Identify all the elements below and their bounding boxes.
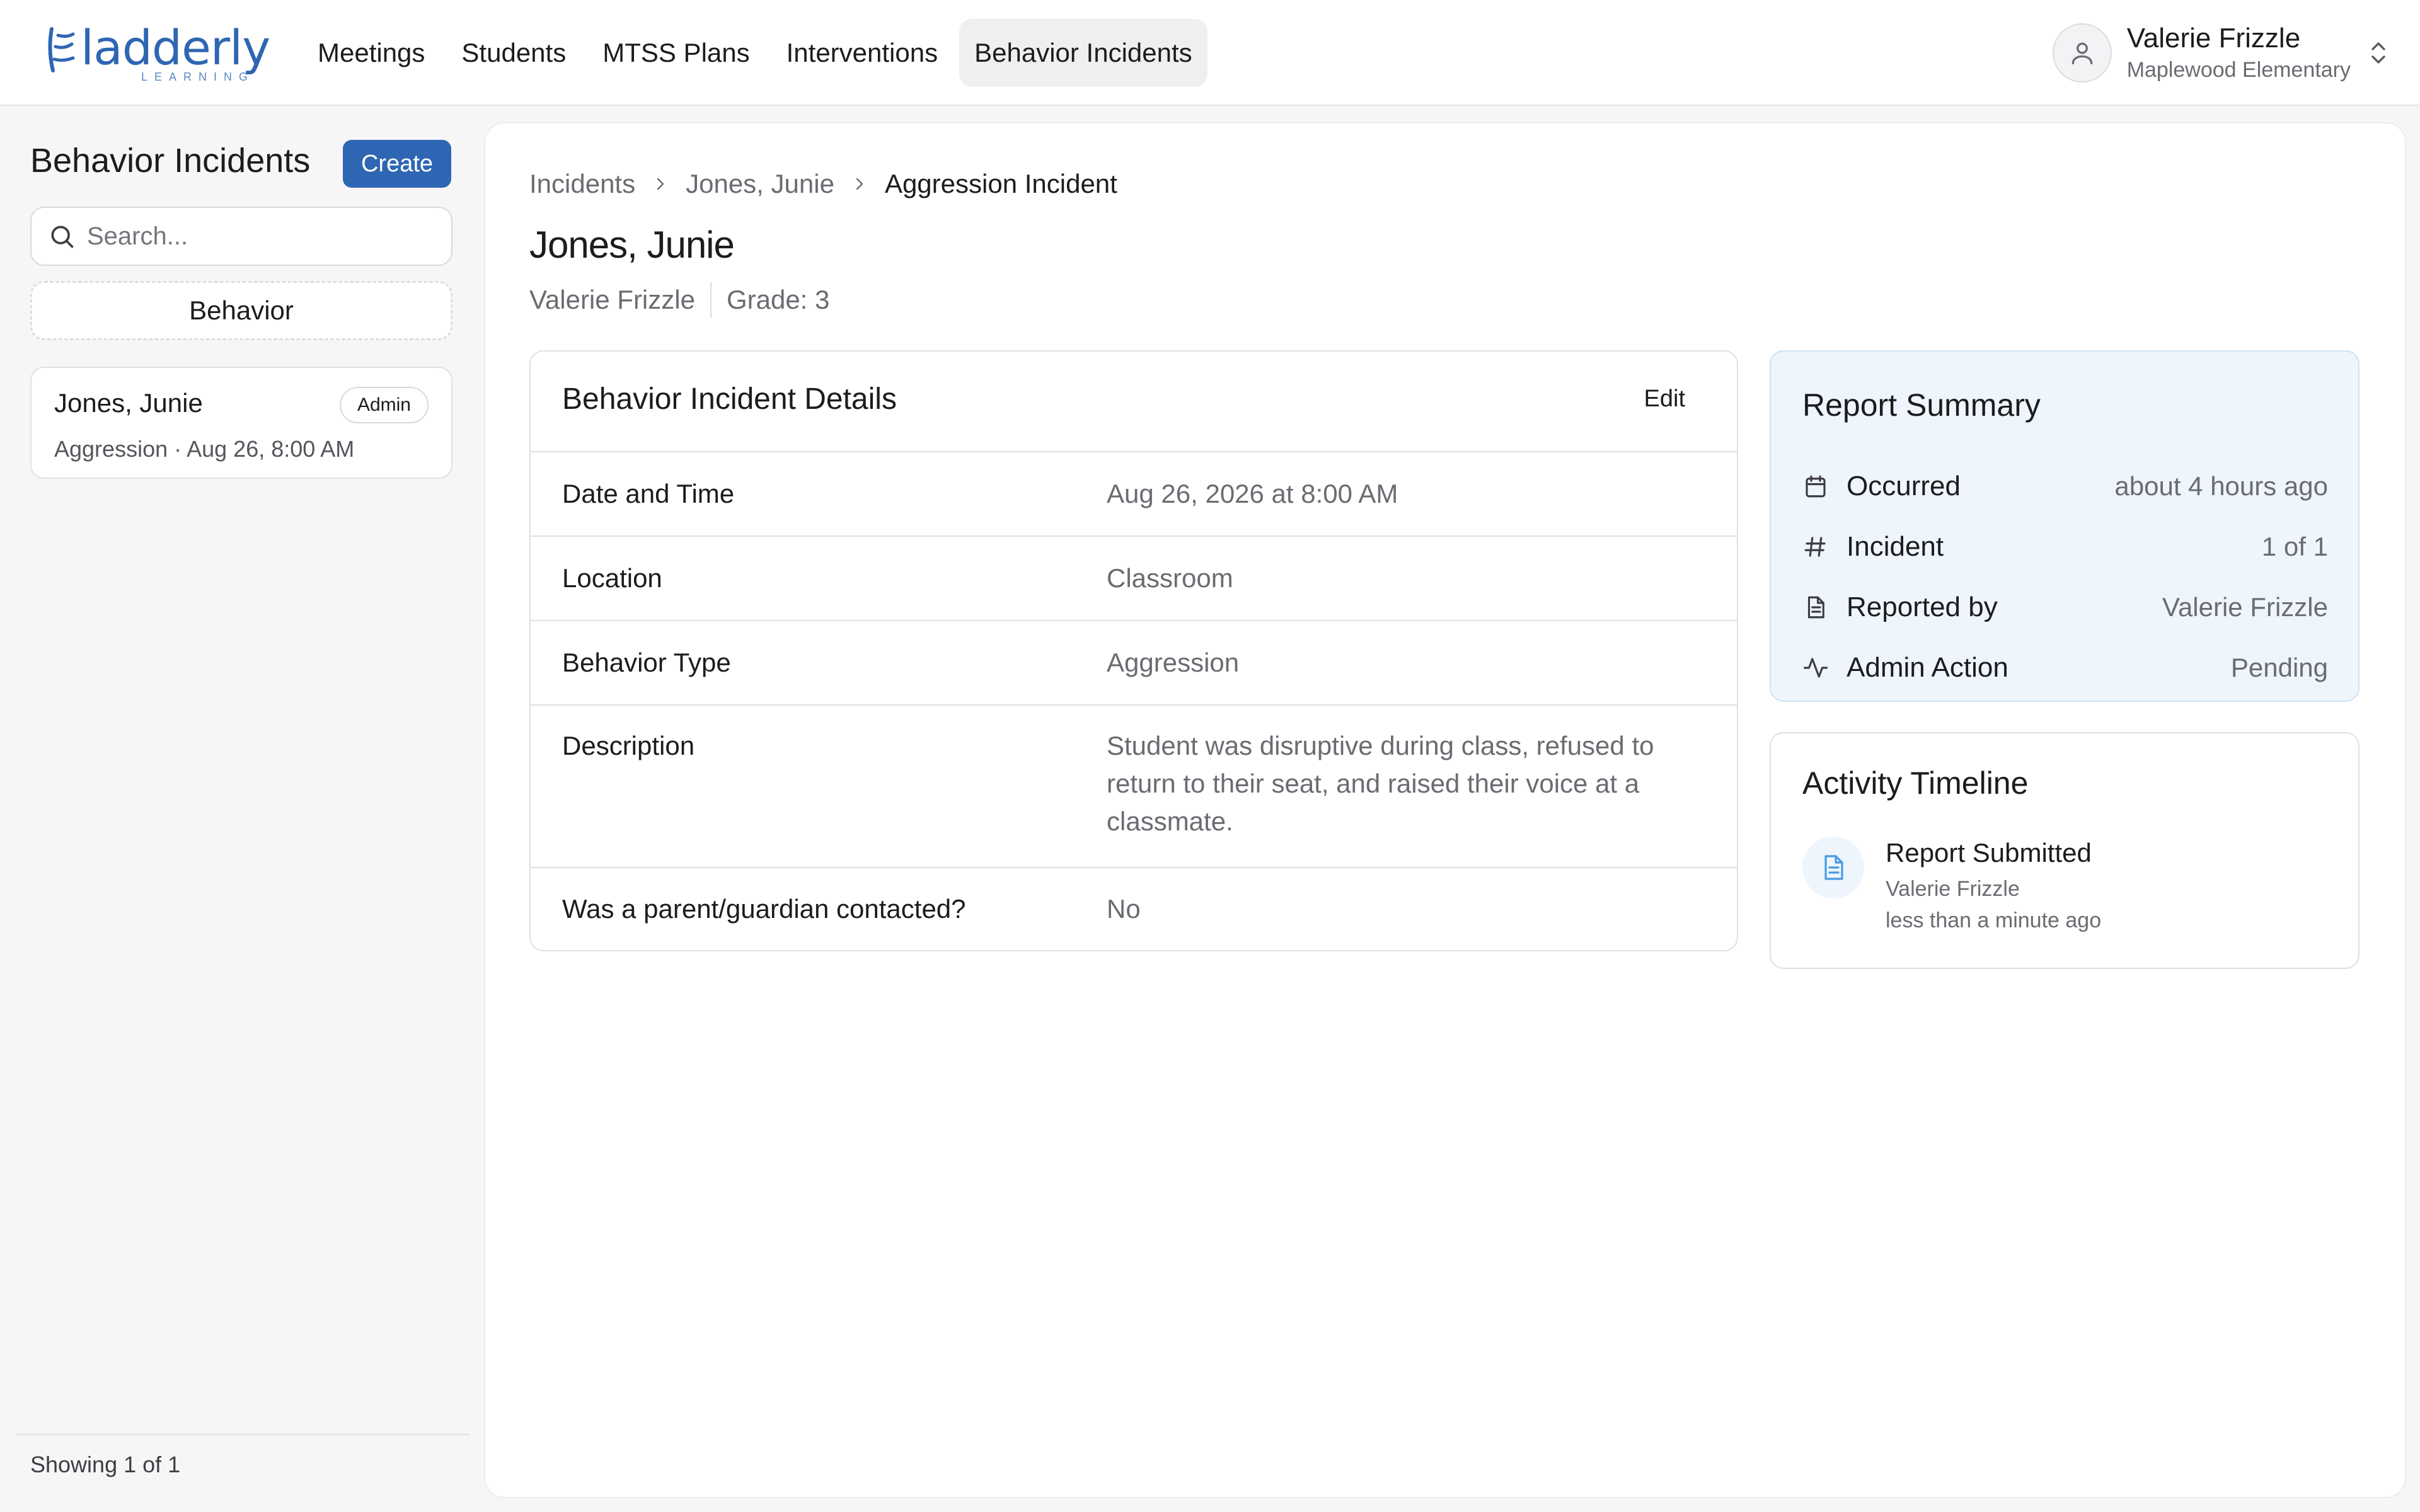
- edit-button[interactable]: Edit: [1628, 381, 1702, 418]
- search-icon: [51, 226, 74, 248]
- ladder-logo-icon: [48, 27, 75, 72]
- breadcrumb: Incidents Jones, Junie Aggression Incide…: [529, 169, 1117, 199]
- main-nav: Meetings Students MTSS Plans Interventio…: [302, 19, 1207, 87]
- detail-value: Aggression: [1107, 648, 1240, 677]
- detail-row-location: Location Classroom: [531, 537, 1737, 621]
- summary-label: Occurred: [1847, 471, 1961, 501]
- incident-detail-panel: Incidents Jones, Junie Aggression Incide…: [485, 123, 2405, 1497]
- chevron-up-down-icon: [2371, 42, 2385, 64]
- teacher-name: Valerie Frizzle: [529, 285, 695, 314]
- user-menu[interactable]: Valerie Frizzle Maplewood Elementary: [2052, 21, 2390, 84]
- timeline-title: Activity Timeline: [1802, 765, 2029, 801]
- document-icon: [1802, 837, 1864, 898]
- nav-students[interactable]: Students: [446, 19, 581, 87]
- behavior-filter-button[interactable]: Behavior: [30, 281, 452, 340]
- top-navigation-bar: ladderly LEARNING Meetings Students MTSS…: [0, 0, 2420, 106]
- detail-value: Aug 26, 2026 at 8:00 AM: [1107, 479, 1398, 508]
- breadcrumb-incidents[interactable]: Incidents: [529, 169, 635, 199]
- logo-wordmark: ladderly: [81, 20, 270, 76]
- user-school: Maplewood Elementary: [2126, 58, 2351, 82]
- summary-label: Incident: [1847, 531, 1944, 562]
- nav-behavior-incidents[interactable]: Behavior Incidents: [959, 19, 1207, 87]
- user-name: Valerie Frizzle: [2126, 23, 2301, 54]
- document-icon: [1801, 593, 1830, 622]
- details-title: Behavior Incident Details: [562, 382, 897, 416]
- summary-title: Report Summary: [1802, 387, 2041, 423]
- summary-row-admin-action: Admin Action Pending: [1801, 649, 2328, 687]
- chevron-right-icon: [856, 178, 863, 190]
- breadcrumb-current: Aggression Incident: [884, 169, 1117, 198]
- summary-label: Reported by: [1847, 592, 1998, 622]
- summary-row-reported-by: Reported by Valerie Frizzle: [1801, 588, 2328, 626]
- search-box[interactable]: [30, 207, 452, 266]
- summary-row-incident: Incident 1 of 1: [1801, 528, 2328, 566]
- chevron-right-icon: [657, 178, 664, 190]
- nav-meetings[interactable]: Meetings: [302, 19, 440, 87]
- summary-label: Admin Action: [1847, 652, 2008, 683]
- meta-divider: [710, 282, 712, 318]
- incident-sidebar: Behavior Incidents Create Behavior Jones…: [0, 106, 485, 1512]
- calendar-icon: [1801, 472, 1830, 501]
- detail-label: Description: [562, 731, 695, 760]
- summary-value: 1 of 1: [2261, 532, 2328, 561]
- admin-badge: Admin: [339, 387, 429, 423]
- detail-row-description: Description Student was disruptive durin…: [531, 706, 1737, 868]
- nav-mtss-plans[interactable]: MTSS Plans: [587, 19, 764, 87]
- activity-timeline-card: Activity Timeline Report Submitted Valer…: [1770, 732, 2360, 969]
- detail-label: Was a parent/guardian contacted?: [562, 894, 966, 924]
- summary-value: about 4 hours ago: [2114, 471, 2328, 501]
- detail-value: Classroom: [1107, 563, 1233, 593]
- ladderly-logo[interactable]: ladderly LEARNING: [44, 20, 270, 83]
- summary-value: Valerie Frizzle: [2162, 592, 2328, 622]
- detail-value: Student was disruptive during class, ref…: [1107, 731, 1654, 836]
- grade-label: Grade: 3: [726, 285, 830, 314]
- activity-icon: [1801, 653, 1830, 682]
- report-summary-card: Report Summary Occurred about 4 hours ag…: [1770, 350, 2360, 702]
- search-input[interactable]: [86, 221, 441, 251]
- sidebar-title: Behavior Incidents: [30, 142, 311, 180]
- timeline-event-time: less than a minute ago: [1886, 908, 2102, 932]
- detail-label: Date and Time: [562, 479, 735, 508]
- details-header: Behavior Incident Details Edit: [531, 352, 1737, 452]
- hash-icon: [1801, 532, 1830, 561]
- create-button[interactable]: Create: [343, 140, 451, 188]
- student-meta: Valerie Frizzle Grade: 3: [529, 282, 829, 318]
- logo-tagline: LEARNING: [141, 71, 255, 83]
- incident-details-card: Behavior Incident Details Edit Date and …: [529, 350, 1738, 951]
- detail-row-behavior-type: Behavior Type Aggression: [531, 621, 1737, 706]
- incident-student-name: Jones, Junie: [54, 388, 203, 418]
- detail-label: Location: [562, 563, 662, 593]
- summary-value: Pending: [2230, 653, 2328, 682]
- detail-row-date: Date and Time Aug 26, 2026 at 8:00 AM: [531, 452, 1737, 537]
- list-footer: Showing 1 of 1: [15, 1434, 470, 1478]
- summary-row-occurred: Occurred about 4 hours ago: [1801, 467, 2328, 505]
- incident-list-item[interactable]: Jones, Junie Admin Aggression · Aug 26, …: [30, 367, 452, 479]
- incident-summary: Aggression · Aug 26, 8:00 AM: [54, 436, 355, 462]
- detail-value: No: [1107, 894, 1141, 924]
- avatar: [2052, 23, 2112, 83]
- nav-interventions[interactable]: Interventions: [771, 19, 953, 87]
- detail-label: Behavior Type: [562, 648, 731, 677]
- detail-row-parent-contacted: Was a parent/guardian contacted? No: [531, 868, 1737, 950]
- page-title: Jones, Junie: [529, 224, 735, 266]
- showing-count: Showing 1 of 1: [30, 1452, 181, 1477]
- timeline-event-title: Report Submitted: [1886, 838, 2092, 868]
- breadcrumb-student[interactable]: Jones, Junie: [686, 169, 834, 199]
- timeline-event-user: Valerie Frizzle: [1886, 877, 2020, 901]
- user-icon: [2071, 42, 2093, 65]
